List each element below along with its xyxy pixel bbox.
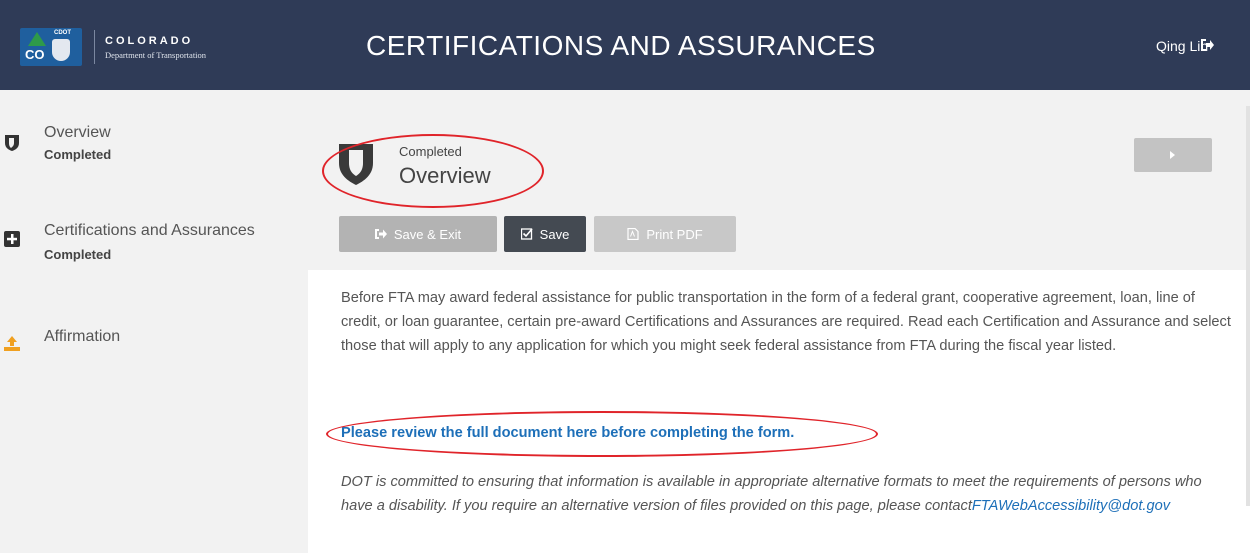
next-button[interactable] bbox=[1134, 138, 1212, 172]
page-title: CERTIFICATIONS AND ASSURANCES bbox=[366, 30, 876, 61]
sidebar-item-status: Completed bbox=[44, 247, 112, 262]
sidebar-item-label: Certifications and Assurances bbox=[44, 222, 255, 239]
check-square-icon bbox=[520, 228, 533, 240]
logo-state-name: COLORADO bbox=[105, 34, 194, 47]
save-exit-button[interactable]: Save & Exit bbox=[339, 216, 497, 252]
save-button[interactable]: Save bbox=[504, 216, 586, 252]
chevron-right-icon bbox=[1170, 151, 1175, 159]
accessibility-note: DOT is committed to ensuring that inform… bbox=[341, 470, 1236, 518]
intro-paragraph: Before FTA may award federal assistance … bbox=[341, 290, 1231, 354]
sidebar-item-affirmation[interactable]: Affirmation bbox=[0, 328, 308, 368]
colorado-logo-icon: CO CDOT bbox=[20, 28, 82, 66]
save-exit-label: Save & Exit bbox=[393, 226, 462, 242]
logout-icon[interactable] bbox=[1200, 37, 1214, 53]
logo-department-name: Department of Transportation bbox=[105, 49, 207, 60]
section-header: Completed Overview Save & Exit Save Prin… bbox=[308, 90, 1250, 270]
sidebar-item-status: Completed bbox=[44, 147, 112, 162]
sidebar-item-overview[interactable]: Overview Completed bbox=[0, 124, 308, 174]
scrollbar[interactable] bbox=[1246, 106, 1250, 506]
sidebar-item-certifications[interactable]: Certifications and Assurances Completed bbox=[0, 222, 308, 272]
sidebar: Overview Completed Certifications and As… bbox=[0, 90, 308, 553]
save-label: Save bbox=[539, 226, 570, 242]
sidebar-item-label: Affirmation bbox=[44, 328, 121, 345]
app-header: CO CDOT COLORADO Department of Transport… bbox=[0, 0, 1250, 90]
upload-icon bbox=[4, 336, 20, 351]
main-content: Completed Overview Save & Exit Save Prin… bbox=[308, 90, 1250, 553]
pdf-icon bbox=[627, 228, 639, 240]
annotation-circle bbox=[322, 134, 544, 208]
accessibility-email-link[interactable]: FTAWebAccessibility@dot.gov bbox=[972, 498, 1170, 514]
print-pdf-label: Print PDF bbox=[646, 226, 703, 242]
exit-icon bbox=[374, 229, 387, 239]
logo-divider bbox=[94, 30, 95, 64]
annotation-circle bbox=[326, 411, 878, 457]
sidebar-item-label: Overview bbox=[44, 124, 111, 141]
plus-square-icon bbox=[4, 231, 20, 247]
shield-icon bbox=[5, 135, 19, 151]
logo-text: COLORADO Department of Transportation bbox=[105, 35, 206, 60]
print-pdf-button[interactable]: Print PDF bbox=[594, 216, 736, 252]
cdot-logo[interactable]: CO CDOT COLORADO Department of Transport… bbox=[20, 28, 206, 66]
